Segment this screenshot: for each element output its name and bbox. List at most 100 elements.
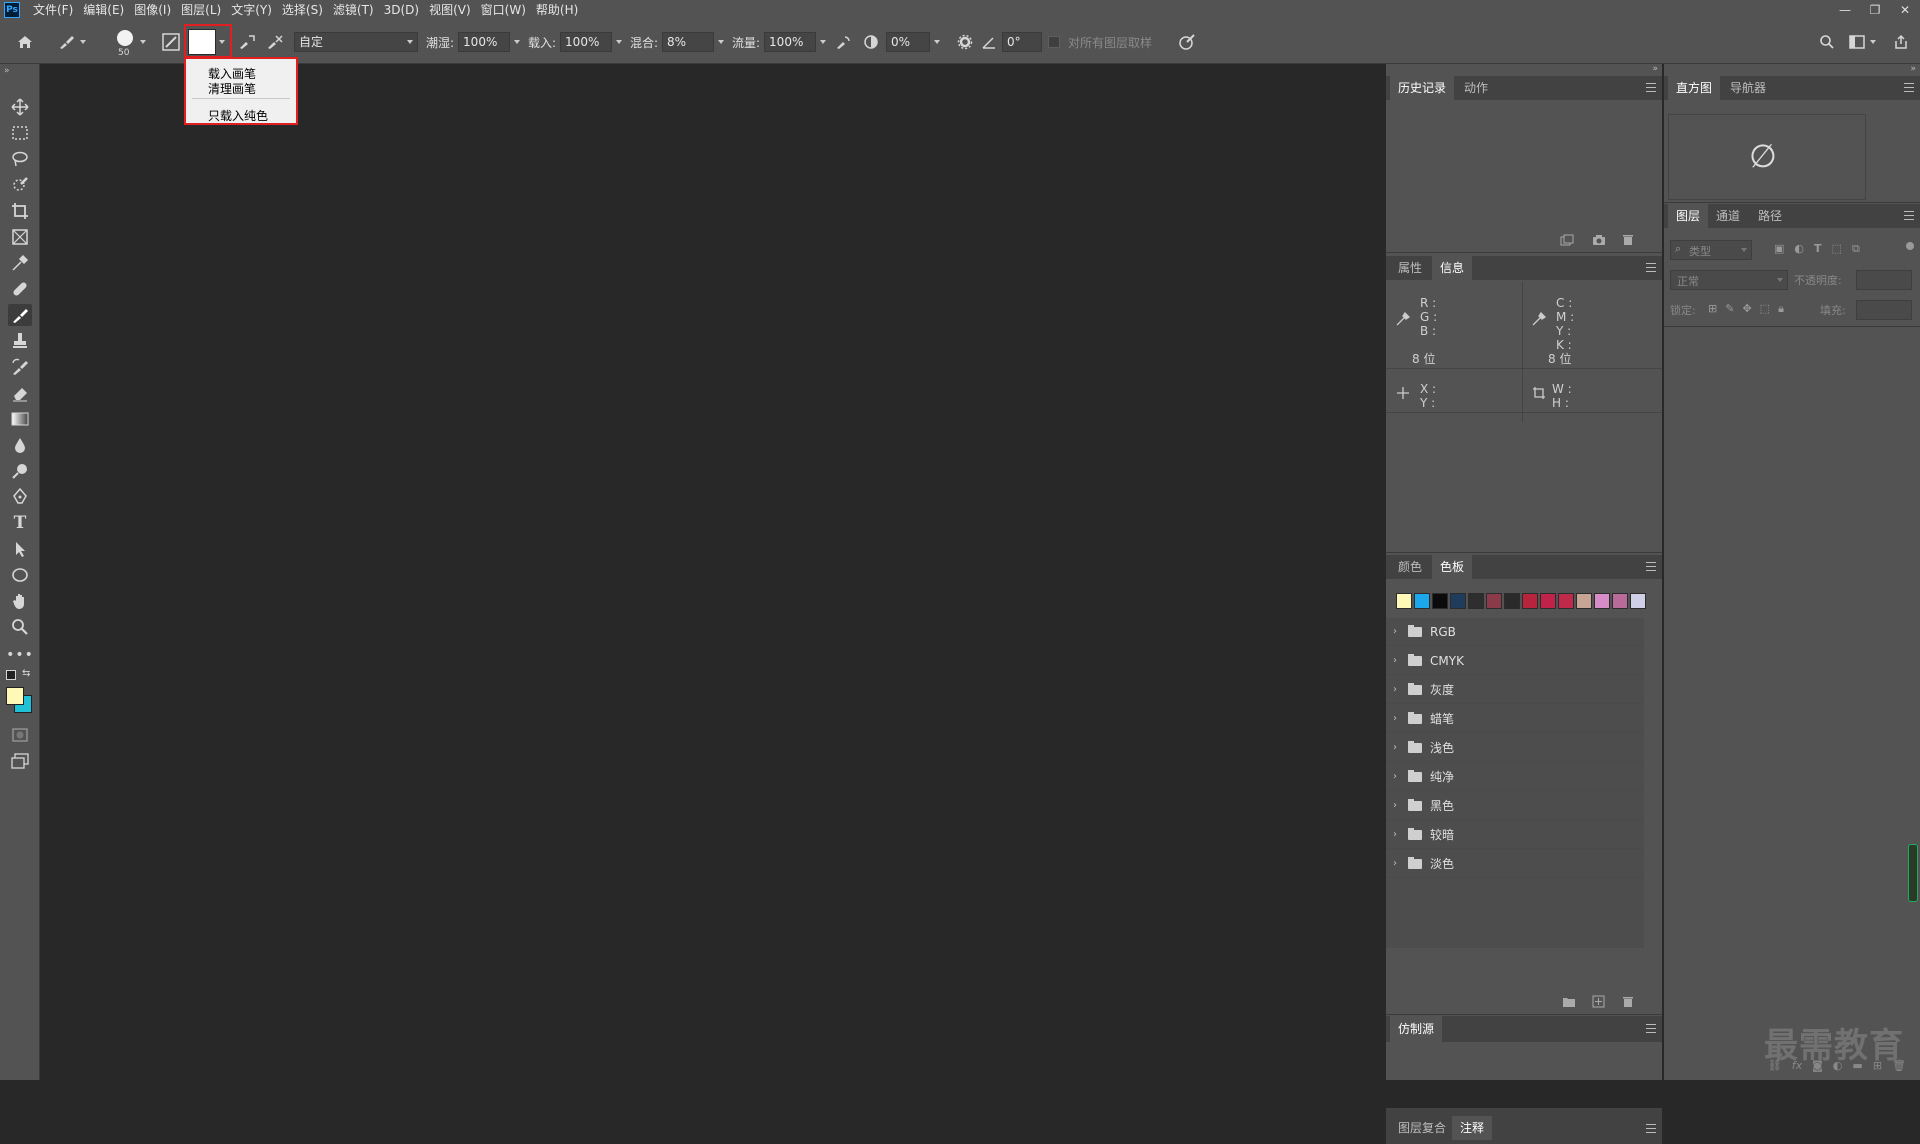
tab-swatches[interactable]: 色板 <box>1432 555 1473 579</box>
more-tools-icon[interactable]: ••• <box>6 644 33 666</box>
crop-tool-icon[interactable] <box>8 200 32 222</box>
chevron-right-icon[interactable]: › <box>1386 771 1404 782</box>
load-brush-after-stroke-icon[interactable] <box>236 31 258 53</box>
eyedropper-icon[interactable] <box>1396 311 1411 329</box>
marquee-tool-icon[interactable] <box>8 122 32 144</box>
chevron-right-icon[interactable]: › <box>1386 742 1404 753</box>
color-swatch[interactable] <box>1432 593 1448 609</box>
lock-position-icon[interactable]: ✥ <box>1742 302 1751 316</box>
swatch-group-row[interactable]: › 灰度 <box>1386 676 1644 704</box>
airbrush-icon[interactable] <box>832 31 854 53</box>
color-swatch[interactable] <box>1540 593 1556 609</box>
sample-all-layers-checkbox[interactable] <box>1048 36 1060 48</box>
panel-menu-icon[interactable] <box>1646 562 1656 571</box>
move-tool-icon[interactable] <box>8 96 32 118</box>
chevron-down-icon[interactable] <box>514 40 521 44</box>
restore-button[interactable]: ❐ <box>1860 0 1890 20</box>
color-swatch[interactable] <box>1414 593 1430 609</box>
swatch-group-row[interactable]: › 黑色 <box>1386 792 1644 820</box>
ellipse-tool-icon[interactable] <box>8 564 32 586</box>
screen-mode-icon[interactable] <box>8 750 32 772</box>
flow-input[interactable]: 100% <box>764 32 817 52</box>
color-swatch[interactable] <box>1504 593 1520 609</box>
tab-layer-comps[interactable]: 图层复合 <box>1390 1116 1454 1140</box>
eyedropper-icon[interactable] <box>1532 311 1547 329</box>
blend-combination-select[interactable]: 自定 <box>294 32 418 52</box>
panel-menu-icon[interactable] <box>1646 263 1656 272</box>
quick-select-tool-icon[interactable] <box>8 174 32 196</box>
color-swatch[interactable] <box>1594 593 1610 609</box>
load-input[interactable]: 100% <box>560 32 613 52</box>
panel-menu-icon[interactable] <box>1646 1024 1656 1033</box>
gradient-tool-icon[interactable] <box>8 408 32 430</box>
close-button[interactable]: ✕ <box>1890 0 1920 20</box>
wet-input[interactable]: 100% <box>458 32 511 52</box>
gear-icon[interactable] <box>954 31 976 53</box>
swap-colors-icon[interactable]: ⇆ <box>22 668 30 679</box>
clone-stamp-tool-icon[interactable] <box>8 330 32 352</box>
color-swatch[interactable] <box>1486 593 1502 609</box>
swatch-group-row[interactable]: › 纯净 <box>1386 763 1644 791</box>
chevron-right-icon[interactable]: › <box>1386 800 1404 811</box>
tab-histogram[interactable]: 直方图 <box>1668 76 1721 100</box>
trash-icon[interactable] <box>1622 233 1634 249</box>
smart-object-filter-icon[interactable]: ⧉ <box>1852 242 1860 256</box>
collapse-icon[interactable]: » <box>1652 64 1658 74</box>
opacity-input[interactable] <box>1856 270 1912 290</box>
tab-paths[interactable]: 路径 <box>1750 204 1790 228</box>
lock-transparency-icon[interactable]: ⊞ <box>1708 302 1717 316</box>
mixer-brush-preset-icon[interactable] <box>56 31 78 53</box>
eyedropper-tool-icon[interactable] <box>8 252 32 274</box>
chevron-right-icon[interactable]: › <box>1386 858 1404 869</box>
new-group-folder-icon[interactable] <box>1562 996 1576 1011</box>
path-selection-tool-icon[interactable] <box>8 538 32 560</box>
tab-actions[interactable]: 动作 <box>1456 76 1496 100</box>
workspace-icon[interactable] <box>1846 31 1868 53</box>
tab-channels[interactable]: 通道 <box>1708 204 1748 228</box>
dodge-tool-icon[interactable] <box>8 460 32 482</box>
trash-icon[interactable] <box>1622 995 1634 1011</box>
chevron-right-icon[interactable]: › <box>1386 684 1404 695</box>
lock-pixels-icon[interactable]: ✎ <box>1725 302 1734 316</box>
menu-layer[interactable]: 图层(L) <box>176 0 226 20</box>
tab-notes[interactable]: 注释 <box>1452 1116 1493 1140</box>
collapse-icon[interactable]: » <box>1910 64 1916 74</box>
chevron-down-icon[interactable] <box>80 40 86 44</box>
menu-type[interactable]: 文字(Y) <box>226 0 277 20</box>
menu-file[interactable]: 文件(F) <box>28 0 78 20</box>
share-icon[interactable] <box>1890 31 1912 53</box>
chevron-right-icon[interactable]: › <box>1386 626 1404 637</box>
chevron-right-icon[interactable]: › <box>1386 655 1404 666</box>
fill-input[interactable] <box>1856 300 1912 320</box>
swatch-group-row[interactable]: › 蜡笔 <box>1386 705 1644 733</box>
new-document-from-state-icon[interactable] <box>1560 234 1574 249</box>
swatch-group-row[interactable]: › RGB <box>1386 618 1644 646</box>
tab-clone-source[interactable]: 仿制源 <box>1390 1016 1443 1042</box>
tab-properties[interactable]: 属性 <box>1390 256 1430 280</box>
menu-view[interactable]: 视图(V) <box>424 0 476 20</box>
menu-edit[interactable]: 编辑(E) <box>78 0 129 20</box>
blur-tool-icon[interactable] <box>8 434 32 456</box>
pressure-size-icon[interactable] <box>1176 31 1198 53</box>
scrollbar[interactable] <box>1646 618 1660 948</box>
mixer-brush-tool-icon[interactable] <box>8 304 32 326</box>
lasso-tool-icon[interactable] <box>8 148 32 170</box>
adjustment-filter-icon[interactable]: ◐ <box>1794 242 1804 256</box>
color-swatch[interactable] <box>1450 593 1466 609</box>
pixel-filter-icon[interactable]: ▣ <box>1774 242 1784 256</box>
swatch-group-row[interactable]: › 浅色 <box>1386 734 1644 762</box>
brush-panel-toggle-icon[interactable] <box>160 31 182 53</box>
color-swatch[interactable] <box>1558 593 1574 609</box>
chevron-right-icon[interactable]: › <box>1386 829 1404 840</box>
menu-image[interactable]: 图像(I) <box>129 0 176 20</box>
tab-layers[interactable]: 图层 <box>1668 204 1709 228</box>
default-colors-icon[interactable] <box>6 670 16 680</box>
mix-input[interactable]: 8% <box>662 32 715 52</box>
blend-mode-select[interactable]: 正常 <box>1670 270 1788 290</box>
tab-navigator[interactable]: 导航器 <box>1722 76 1774 100</box>
chevron-down-icon[interactable] <box>820 40 827 44</box>
chevron-down-icon[interactable] <box>616 40 623 44</box>
smoothing-icon[interactable] <box>860 31 882 53</box>
color-swatch[interactable] <box>1576 593 1592 609</box>
angle-input[interactable]: 0° <box>1002 32 1042 52</box>
